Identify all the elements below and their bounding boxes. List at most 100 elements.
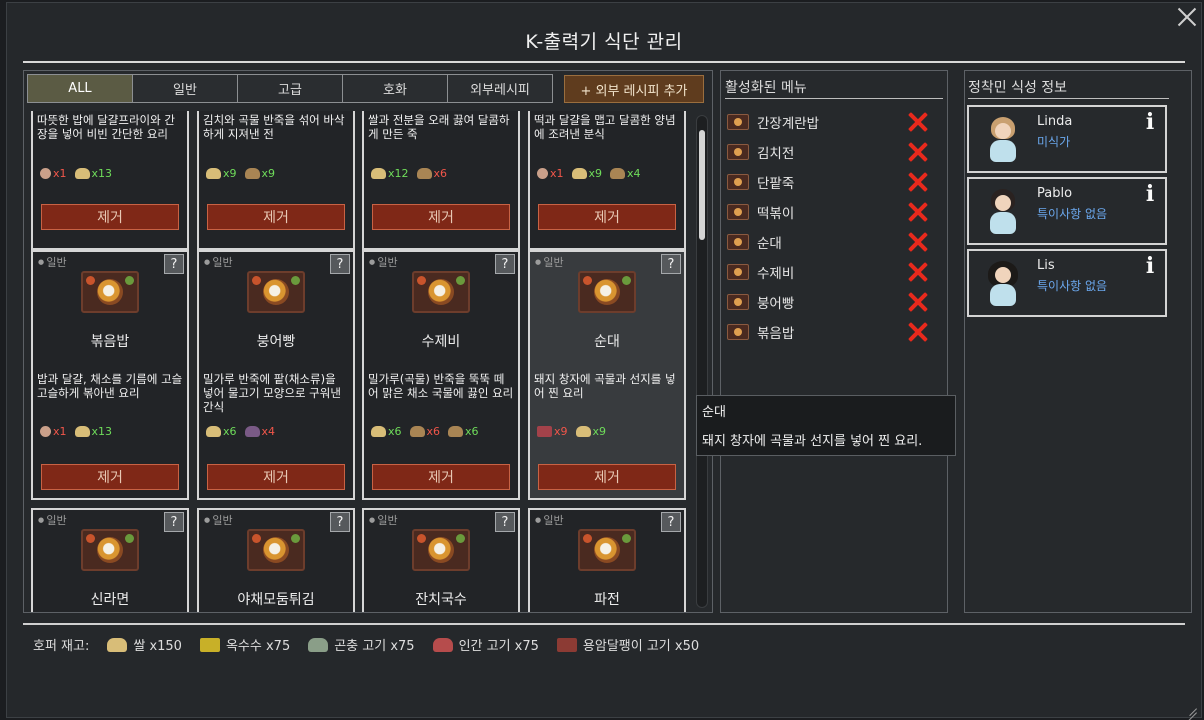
dish-icon xyxy=(727,324,749,340)
scrollbar-thumb[interactable] xyxy=(699,130,705,240)
recipe-card[interactable]: 일반 ? 잔치국수 xyxy=(362,508,520,612)
ingredient-list: x12 x6 xyxy=(371,167,447,180)
human-meat-icon xyxy=(432,637,453,652)
dish-icon xyxy=(727,114,749,130)
remove-x-icon[interactable] xyxy=(908,292,928,312)
recipe-scrollbar[interactable] xyxy=(696,115,708,608)
remove-button[interactable]: 제거 xyxy=(207,204,345,230)
recipe-description: 떡과 달걀을 맵고 달콤한 양념에 조려낸 분식 xyxy=(534,113,676,141)
remove-x-icon[interactable] xyxy=(908,172,928,192)
colonist-card[interactable]: Lis 특이사항 없음 i xyxy=(967,249,1167,317)
rice-icon xyxy=(371,426,386,437)
recipe-help-button[interactable]: ? xyxy=(661,254,681,274)
remove-x-icon[interactable] xyxy=(908,112,928,132)
tab-fine[interactable]: 고급 xyxy=(237,74,343,103)
add-external-recipe-button[interactable]: + 외부 레시피 추가 xyxy=(564,75,704,103)
remove-button[interactable]: 제거 xyxy=(372,204,510,230)
insect-meat-icon xyxy=(308,637,329,652)
recipe-description: 따뜻한 밥에 달걀프라이와 간장을 넣어 비빈 간단한 요리 xyxy=(37,113,175,141)
recipe-help-button[interactable]: ? xyxy=(661,512,681,532)
close-icon[interactable] xyxy=(1175,5,1199,29)
grain-icon xyxy=(244,168,260,179)
recipe-help-button[interactable]: ? xyxy=(164,512,184,532)
grain-icon xyxy=(610,168,626,179)
dialog-title: K-출력기 식단 관리 xyxy=(525,31,683,53)
recipe-description: 밥과 달걀, 채소를 기름에 고슬고슬하게 볶아낸 요리 xyxy=(37,372,183,400)
remove-button[interactable]: 제거 xyxy=(538,464,676,490)
recipe-card[interactable]: 일반 ? 신라면 xyxy=(31,508,189,612)
ingredient: x6 xyxy=(206,425,237,438)
recipe-card[interactable]: 일반 ? 볶음밥 밥과 달걀, 채소를 기름에 고슬고슬하게 볶아낸 요리 x1… xyxy=(31,250,189,500)
colonist-card[interactable]: Linda 미식가 i xyxy=(967,105,1167,173)
recipe-card[interactable]: 일반 ? 수제비 밀가루(곡물) 반죽을 뚝뚝 떼어 맑은 채소 국물에 끓인 … xyxy=(362,250,520,500)
recipe-name: 붕어빵 xyxy=(256,334,296,350)
dish-tray-icon xyxy=(247,529,305,571)
recipe-name: 야채모둠튀김 xyxy=(237,592,315,608)
remove-button[interactable]: 제거 xyxy=(207,464,345,490)
recipe-category: 일반 xyxy=(204,512,232,528)
remove-button[interactable]: 제거 xyxy=(372,464,510,490)
ingredient-list: x1 x9 x4 xyxy=(537,167,641,180)
remove-x-icon[interactable] xyxy=(908,262,928,282)
tab-lavish[interactable]: 호화 xyxy=(342,74,448,103)
recipe-name: 순대 xyxy=(594,334,620,350)
ingredient: x1 xyxy=(40,167,67,180)
resize-grip-icon[interactable] xyxy=(1183,699,1197,713)
ingredient-list: x6 x6 x6 xyxy=(371,425,479,438)
recipe-name: 신라면 xyxy=(90,592,130,608)
dish-tray-icon xyxy=(412,271,470,313)
info-icon[interactable]: i xyxy=(1143,111,1157,133)
recipe-name: 잔치국수 xyxy=(415,592,467,608)
tab-external-recipes[interactable]: 외부레시피 xyxy=(447,74,553,103)
active-menu-item: 김치전 xyxy=(727,137,943,167)
recipe-help-button[interactable]: ? xyxy=(330,512,350,532)
info-icon[interactable]: i xyxy=(1143,183,1157,205)
recipe-card[interactable]: 일반 ? 야채모둠튀김 xyxy=(197,508,355,612)
remove-button[interactable]: 제거 xyxy=(538,204,676,230)
recipe-card[interactable]: 일반 ? 붕어빵 밀가루 반죽에 팥(채소류)을 넣어 물고기 모양으로 구워낸… xyxy=(197,250,355,500)
recipe-help-button[interactable]: ? xyxy=(164,254,184,274)
dish-icon xyxy=(727,234,749,250)
dish-icon xyxy=(727,204,749,220)
recipe-card[interactable]: 일반 ? 순대 돼지 창자에 곡물과 선지를 넣어 찐 요리 x9 x9 제거 xyxy=(528,250,686,500)
info-icon[interactable]: i xyxy=(1143,255,1157,277)
colonist-trait: 특이사항 없음 xyxy=(1037,279,1108,293)
dish-tray-icon xyxy=(412,529,470,571)
ingredient: x9 xyxy=(206,167,237,180)
colonist-panel: 정착민 식성 정보 Linda 미식가 i Pablo 특이사항 없음 i Li… xyxy=(964,70,1192,613)
rice-icon xyxy=(206,168,221,179)
recipe-description: 김치와 곡물 반죽을 섞어 바삭하게 지져낸 전 xyxy=(203,113,345,141)
colonist-trait: 미식가 xyxy=(1037,135,1071,149)
tab-normal[interactable]: 일반 xyxy=(132,74,238,103)
dish-tray-icon xyxy=(578,529,636,571)
colonist-trait: 특이사항 없음 xyxy=(1037,207,1108,221)
remove-x-icon[interactable] xyxy=(908,322,928,342)
remove-x-icon[interactable] xyxy=(908,232,928,252)
colonist-card[interactable]: Pablo 특이사항 없음 i xyxy=(967,177,1167,245)
rice-icon xyxy=(371,168,386,179)
dish-tray-icon xyxy=(578,271,636,313)
active-menu-panel: 활성화된 메뉴 간장계란밥 김치전 단팥죽 떡볶이 순대 수제비 붕어빵 볶음밥 xyxy=(720,70,948,613)
recipe-category: 일반 xyxy=(38,254,66,270)
recipe-category: 일반 xyxy=(369,254,397,270)
recipe-card[interactable]: 일반 ? 파전 xyxy=(528,508,686,612)
remove-button[interactable]: 제거 xyxy=(41,464,179,490)
dish-icon xyxy=(727,264,749,280)
ingredient: x13 xyxy=(74,425,112,438)
active-menu-item: 단팥죽 xyxy=(727,167,943,197)
tab-all[interactable]: ALL xyxy=(27,74,133,103)
ingredient: x12 xyxy=(371,167,409,180)
diet-management-dialog: K-출력기 식단 관리 ALL 일반 고급 호화 외부레시피 + 외부 레시피 … xyxy=(6,2,1202,718)
recipe-help-button[interactable]: ? xyxy=(330,254,350,274)
remove-x-icon[interactable] xyxy=(908,202,928,222)
category-tabs: ALL 일반 고급 호화 외부레시피 xyxy=(27,74,553,103)
colonist-divider xyxy=(968,98,1169,99)
recipe-help-button[interactable]: ? xyxy=(495,512,515,532)
egg-icon xyxy=(537,168,548,179)
ingredient: x6 xyxy=(409,425,440,438)
ingredient: x9 xyxy=(244,167,275,180)
remove-x-icon[interactable] xyxy=(908,142,928,162)
recipe-help-button[interactable]: ? xyxy=(495,254,515,274)
remove-button[interactable]: 제거 xyxy=(41,204,179,230)
active-menu-item: 수제비 xyxy=(727,257,943,287)
